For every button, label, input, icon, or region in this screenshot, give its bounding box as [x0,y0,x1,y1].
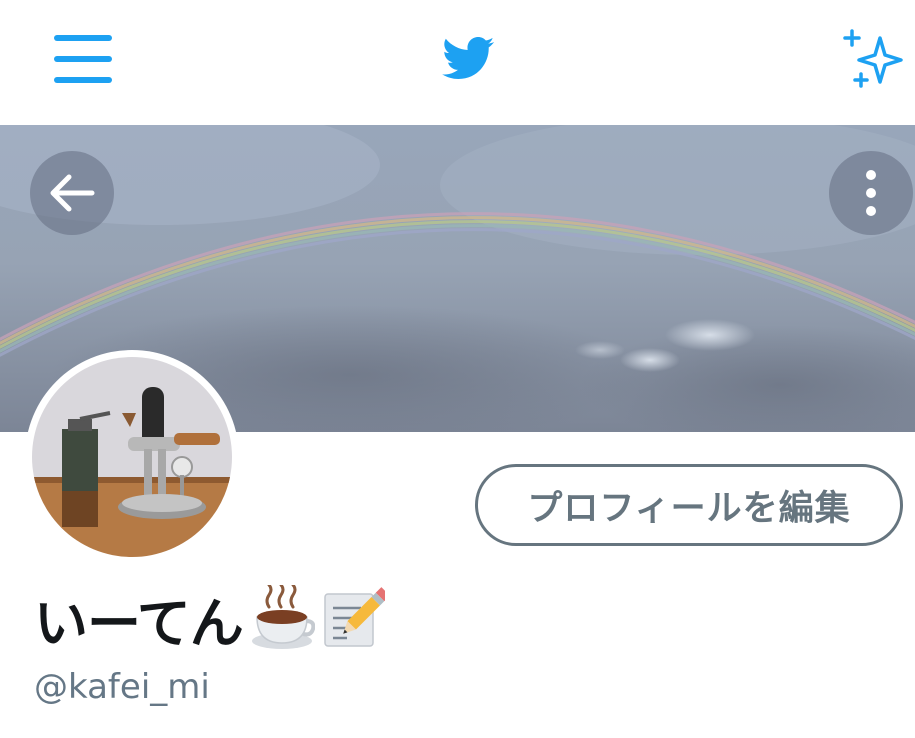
memo-icon [324,587,385,647]
top-nav-bar [0,0,915,125]
arrow-left-icon [50,174,95,212]
user-handle: @kafei_mi [34,667,210,707]
avatar[interactable] [25,350,239,564]
more-vertical-icon [866,170,876,216]
display-name-row: いーてん [34,583,385,655]
twitter-bird-icon [442,36,495,80]
sparkle-icon[interactable] [840,28,906,92]
edit-profile-button[interactable]: プロフィールを編集 [475,464,903,546]
hot-beverage-icon [251,585,315,649]
avatar-image [32,357,232,557]
display-name: いーてん [34,591,244,655]
more-options-button[interactable] [829,151,913,235]
hamburger-menu-icon[interactable] [54,35,112,83]
back-button[interactable] [30,151,114,235]
